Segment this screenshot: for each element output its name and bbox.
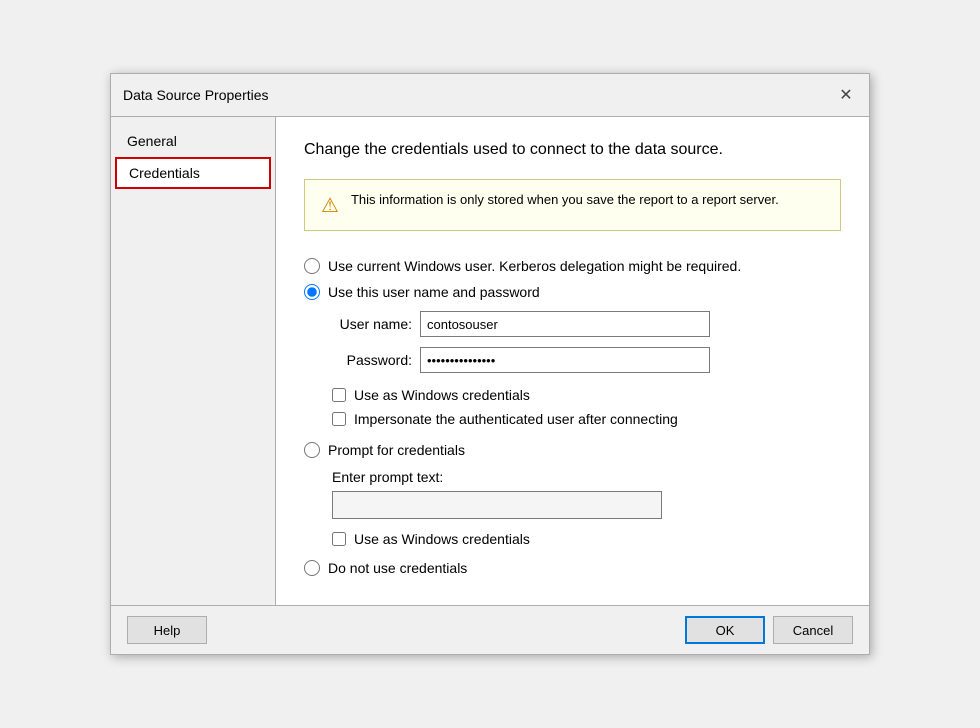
- impersonate-label: Impersonate the authenticated user after…: [354, 411, 678, 427]
- dialog-title: Data Source Properties: [123, 87, 269, 103]
- ok-button[interactable]: OK: [685, 616, 765, 644]
- warning-icon: ⚠: [321, 193, 339, 218]
- dialog: Data Source Properties ✕ General Credent…: [110, 73, 870, 655]
- dialog-footer: Help OK Cancel: [111, 605, 869, 654]
- footer-right: OK Cancel: [685, 616, 853, 644]
- radio-windows-user[interactable]: Use current Windows user. Kerberos deleg…: [304, 253, 841, 279]
- radio-windows-user-label: Use current Windows user. Kerberos deleg…: [328, 258, 741, 274]
- username-label: User name:: [332, 316, 412, 332]
- main-content: Change the credentials used to connect t…: [276, 117, 869, 605]
- sidebar: General Credentials: [111, 117, 276, 605]
- password-input[interactable]: [420, 347, 710, 373]
- sidebar-item-general[interactable]: General: [111, 125, 275, 157]
- radio-no-credentials-label: Do not use credentials: [328, 560, 467, 576]
- radio-prompt-label: Prompt for credentials: [328, 442, 465, 458]
- username-password-fields: User name: Password: Use as Windows cred…: [332, 311, 841, 431]
- warning-box: ⚠ This information is only stored when y…: [304, 179, 841, 231]
- sidebar-item-credentials[interactable]: Credentials: [115, 157, 271, 189]
- page-title: Change the credentials used to connect t…: [304, 141, 841, 159]
- radio-prompt[interactable]: Prompt for credentials: [304, 437, 841, 463]
- username-input[interactable]: [420, 311, 710, 337]
- windows-creds-checkbox[interactable]: [332, 388, 346, 402]
- cancel-button[interactable]: Cancel: [773, 616, 853, 644]
- credentials-radio-group: Use current Windows user. Kerberos deleg…: [304, 253, 841, 581]
- warning-text: This information is only stored when you…: [351, 192, 779, 207]
- prompt-windows-creds-checkbox[interactable]: [332, 532, 346, 546]
- password-row: Password:: [332, 347, 841, 373]
- dialog-body: General Credentials Change the credentia…: [111, 117, 869, 605]
- windows-creds-row: Use as Windows credentials: [332, 383, 841, 407]
- help-button[interactable]: Help: [127, 616, 207, 644]
- prompt-text-label: Enter prompt text:: [332, 469, 841, 485]
- radio-username-password-input[interactable]: [304, 284, 320, 300]
- username-row: User name:: [332, 311, 841, 337]
- radio-no-credentials[interactable]: Do not use credentials: [304, 555, 841, 581]
- radio-username-password-label: Use this user name and password: [328, 284, 540, 300]
- radio-windows-user-input[interactable]: [304, 258, 320, 274]
- prompt-windows-creds-row: Use as Windows credentials: [332, 527, 841, 551]
- radio-prompt-input[interactable]: [304, 442, 320, 458]
- title-bar: Data Source Properties ✕: [111, 74, 869, 117]
- windows-creds-label: Use as Windows credentials: [354, 387, 530, 403]
- password-label: Password:: [332, 352, 412, 368]
- radio-no-credentials-input[interactable]: [304, 560, 320, 576]
- prompt-section: Enter prompt text: Use as Windows creden…: [332, 469, 841, 551]
- impersonate-checkbox[interactable]: [332, 412, 346, 426]
- prompt-text-input[interactable]: [332, 491, 662, 519]
- prompt-windows-creds-label: Use as Windows credentials: [354, 531, 530, 547]
- close-button[interactable]: ✕: [835, 84, 857, 106]
- radio-username-password[interactable]: Use this user name and password: [304, 279, 841, 305]
- impersonate-row: Impersonate the authenticated user after…: [332, 407, 841, 431]
